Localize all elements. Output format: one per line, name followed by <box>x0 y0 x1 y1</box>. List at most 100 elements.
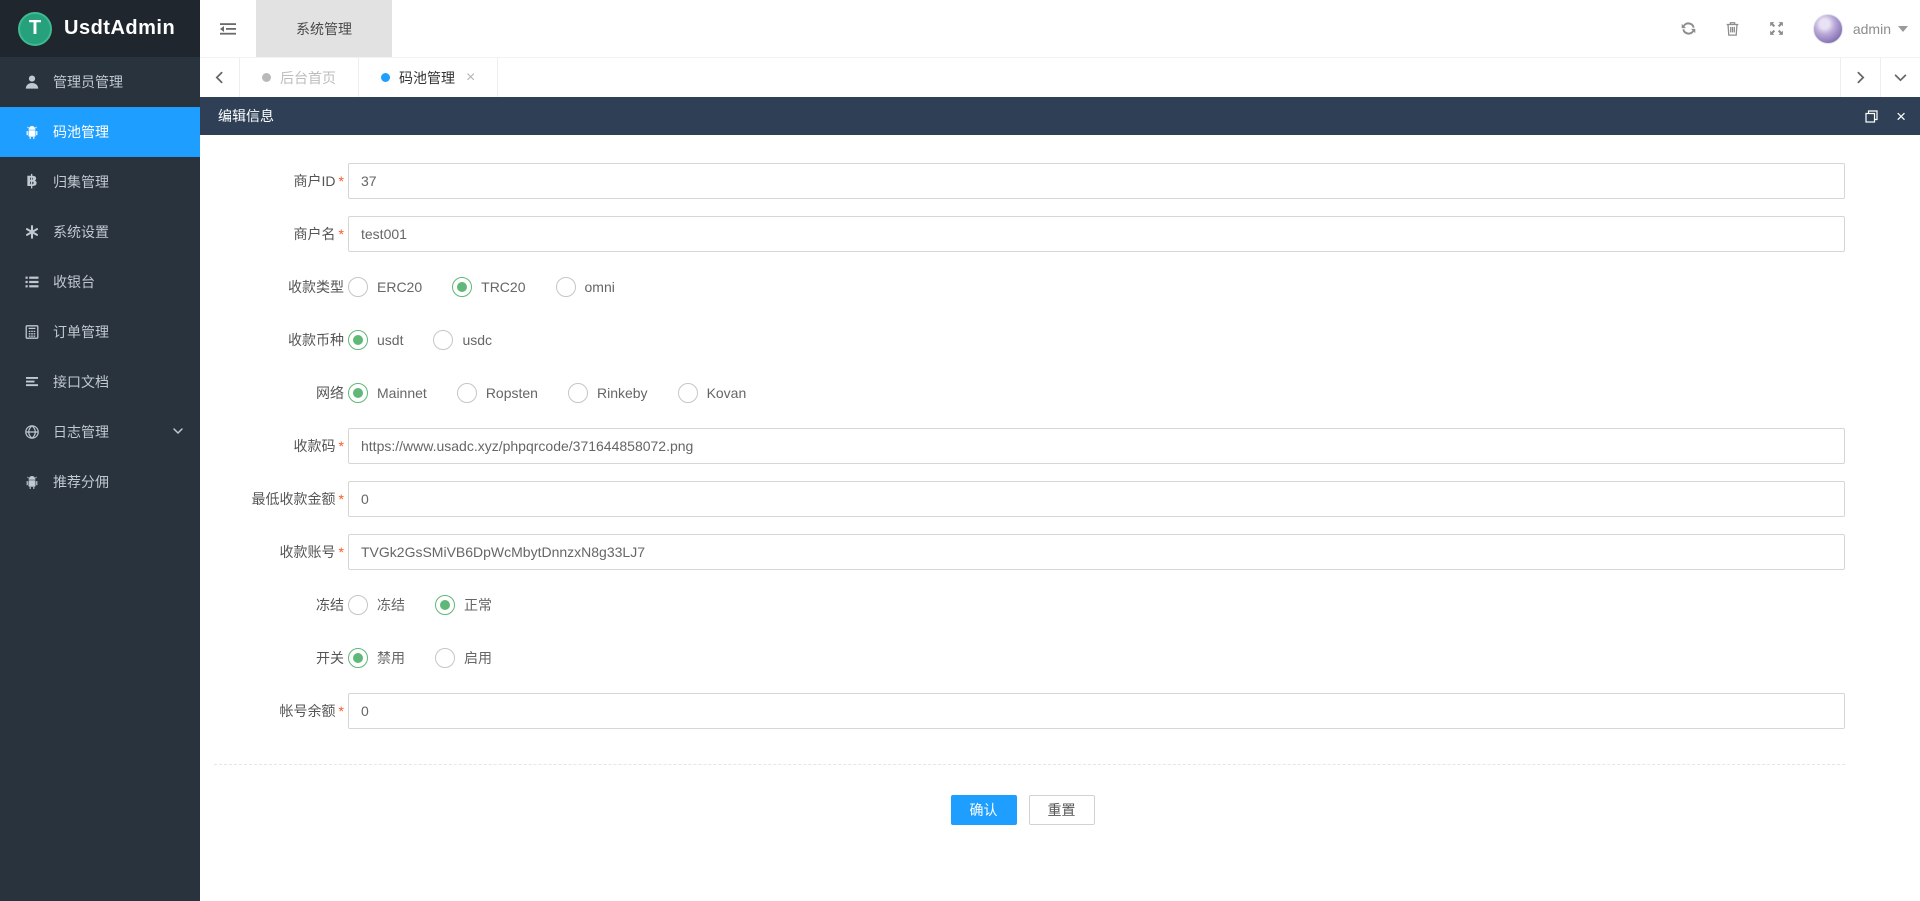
sidebar-item-label: 推荐分佣 <box>53 474 109 490</box>
field-label: 收款币种 <box>288 332 344 348</box>
radio-option-label: TRC20 <box>481 279 526 295</box>
form-row-network: 网络 Mainnet Ropsten Rinkeby Kovan <box>200 375 1920 411</box>
min-amount-input[interactable] <box>348 481 1845 517</box>
radio-option-normal[interactable]: 正常 <box>435 595 492 615</box>
sidebar-toggle-button[interactable] <box>200 0 256 57</box>
restore-window-icon[interactable] <box>1865 109 1878 123</box>
radio-icon <box>456 383 477 403</box>
required-mark: * <box>338 438 344 454</box>
merchant-name-input[interactable] <box>348 216 1845 252</box>
sidebar-item-code-pool-management[interactable]: 码池管理 <box>0 107 200 157</box>
radio-option-label: ERC20 <box>377 279 423 295</box>
form-divider <box>214 764 1845 765</box>
form-actions: 确认 重置 <box>200 795 1920 825</box>
radio-option-disabled[interactable]: 禁用 <box>348 648 405 668</box>
radio-icon <box>452 277 473 297</box>
required-mark: * <box>338 544 344 560</box>
tab-dropdown-button[interactable] <box>1880 58 1920 97</box>
radio-icon <box>348 277 368 297</box>
radio-option-enabled[interactable]: 启用 <box>435 648 492 668</box>
confirm-button[interactable]: 确认 <box>950 795 1017 825</box>
avatar[interactable] <box>1812 13 1843 44</box>
radio-option-frozen[interactable]: 冻结 <box>348 595 405 615</box>
sidebar-item-label: 码池管理 <box>53 124 109 140</box>
android-icon <box>23 123 41 141</box>
tab-status-dot <box>381 73 390 82</box>
payment-account-input[interactable] <box>348 534 1845 570</box>
tether-logo-icon: T <box>18 11 52 46</box>
refresh-icon[interactable] <box>1667 0 1711 57</box>
app-window: T UsdtAdmin 管理员管理 码池管理 ฿ 归集管理 系统设置 收银台 订… <box>0 0 1920 901</box>
app-title: UsdtAdmin <box>64 17 176 39</box>
fullscreen-icon[interactable] <box>1755 0 1799 57</box>
sidebar-item-referral-commission[interactable]: 推荐分佣 <box>0 457 200 507</box>
trash-icon[interactable] <box>1711 0 1755 57</box>
user-icon <box>23 73 41 91</box>
form-row-payment-account: 收款账号 * <box>200 534 1920 570</box>
radio-option-kovan[interactable]: Kovan <box>677 383 747 403</box>
nav-tab-system-management[interactable]: 系统管理 <box>256 0 392 57</box>
sidebar-item-system-settings[interactable]: 系统设置 <box>0 207 200 257</box>
caret-down-icon <box>1898 25 1908 32</box>
form-row-payment-currency: 收款币种 usdt usdc <box>200 322 1920 358</box>
radio-option-rinkeby[interactable]: Rinkeby <box>567 383 648 403</box>
close-icon[interactable]: × <box>1896 108 1906 125</box>
sidebar-item-admin-management[interactable]: 管理员管理 <box>0 57 200 107</box>
radio-option-label: 冻结 <box>377 597 405 613</box>
radio-icon <box>435 648 455 668</box>
tab-code-pool-management[interactable]: 码池管理 × <box>359 58 499 97</box>
field-label: 商户ID * <box>293 173 344 189</box>
radio-option-label: usdc <box>462 332 493 348</box>
sidebar-item-collection-management[interactable]: ฿ 归集管理 <box>0 157 200 207</box>
radio-option-omni[interactable]: omni <box>555 277 615 297</box>
sidebar: T UsdtAdmin 管理员管理 码池管理 ฿ 归集管理 系统设置 收银台 订… <box>0 0 200 901</box>
radio-option-trc20[interactable]: TRC20 <box>452 277 526 297</box>
radio-icon <box>435 595 455 615</box>
list-icon <box>23 273 41 291</box>
sidebar-item-log-management[interactable]: 日志管理 <box>0 407 200 457</box>
form-row-min-amount: 最低收款金额 * <box>200 481 1920 517</box>
radio-option-label: 正常 <box>464 597 492 613</box>
form-row-merchant-name: 商户名 * <box>200 216 1920 252</box>
radio-icon <box>555 277 576 297</box>
account-balance-input[interactable] <box>348 693 1845 729</box>
field-label: 收款码 * <box>293 438 344 454</box>
radio-option-label: Kovan <box>706 385 747 401</box>
radio-option-label: 启用 <box>464 650 492 666</box>
asterisk-icon <box>23 223 41 241</box>
tab-backend-home[interactable]: 后台首页 <box>240 58 359 97</box>
logo-bar[interactable]: T UsdtAdmin <box>0 0 200 57</box>
web-icon <box>23 423 41 441</box>
radio-option-usdt[interactable]: usdt <box>348 330 403 350</box>
radio-icon <box>348 330 368 350</box>
sidebar-item-api-docs[interactable]: 接口文档 <box>0 357 200 407</box>
radio-option-erc20[interactable]: ERC20 <box>348 277 422 297</box>
form-row-switch: 开关 禁用 启用 <box>200 640 1920 676</box>
sidebar-item-order-management[interactable]: 订单管理 <box>0 307 200 357</box>
radio-option-usdc[interactable]: usdc <box>433 330 492 350</box>
required-mark: * <box>338 226 344 242</box>
tab-scroll-left-button[interactable] <box>200 58 240 97</box>
radio-option-mainnet[interactable]: Mainnet <box>348 383 427 403</box>
android-icon <box>23 473 41 491</box>
top-bar: 系统管理 admin <box>200 0 1920 57</box>
bitcoin-icon: ฿ <box>26 173 38 190</box>
tab-label: 码池管理 <box>399 69 455 86</box>
user-menu[interactable]: admin <box>1853 21 1920 37</box>
align-left-icon <box>23 373 41 391</box>
sidebar-item-cashier[interactable]: 收银台 <box>0 257 200 307</box>
tab-bar: 后台首页 码池管理 × <box>200 57 1920 97</box>
radio-option-ropsten[interactable]: Ropsten <box>456 383 538 403</box>
field-label: 帐号余额 * <box>279 703 344 719</box>
payment-qrcode-input[interactable] <box>348 428 1845 464</box>
chevron-down-icon <box>172 424 184 440</box>
field-label: 冻结 <box>316 597 344 613</box>
form-row-payment-type: 收款类型 ERC20 TRC20 omni <box>200 269 1920 305</box>
tab-scroll-right-button[interactable] <box>1840 58 1880 97</box>
merchant-id-input[interactable] <box>348 163 1845 199</box>
field-label: 商户名 * <box>293 226 344 242</box>
tab-close-icon[interactable]: × <box>466 69 475 87</box>
reset-button[interactable]: 重置 <box>1028 795 1095 825</box>
radio-icon <box>677 383 698 403</box>
radio-icon <box>348 383 368 403</box>
